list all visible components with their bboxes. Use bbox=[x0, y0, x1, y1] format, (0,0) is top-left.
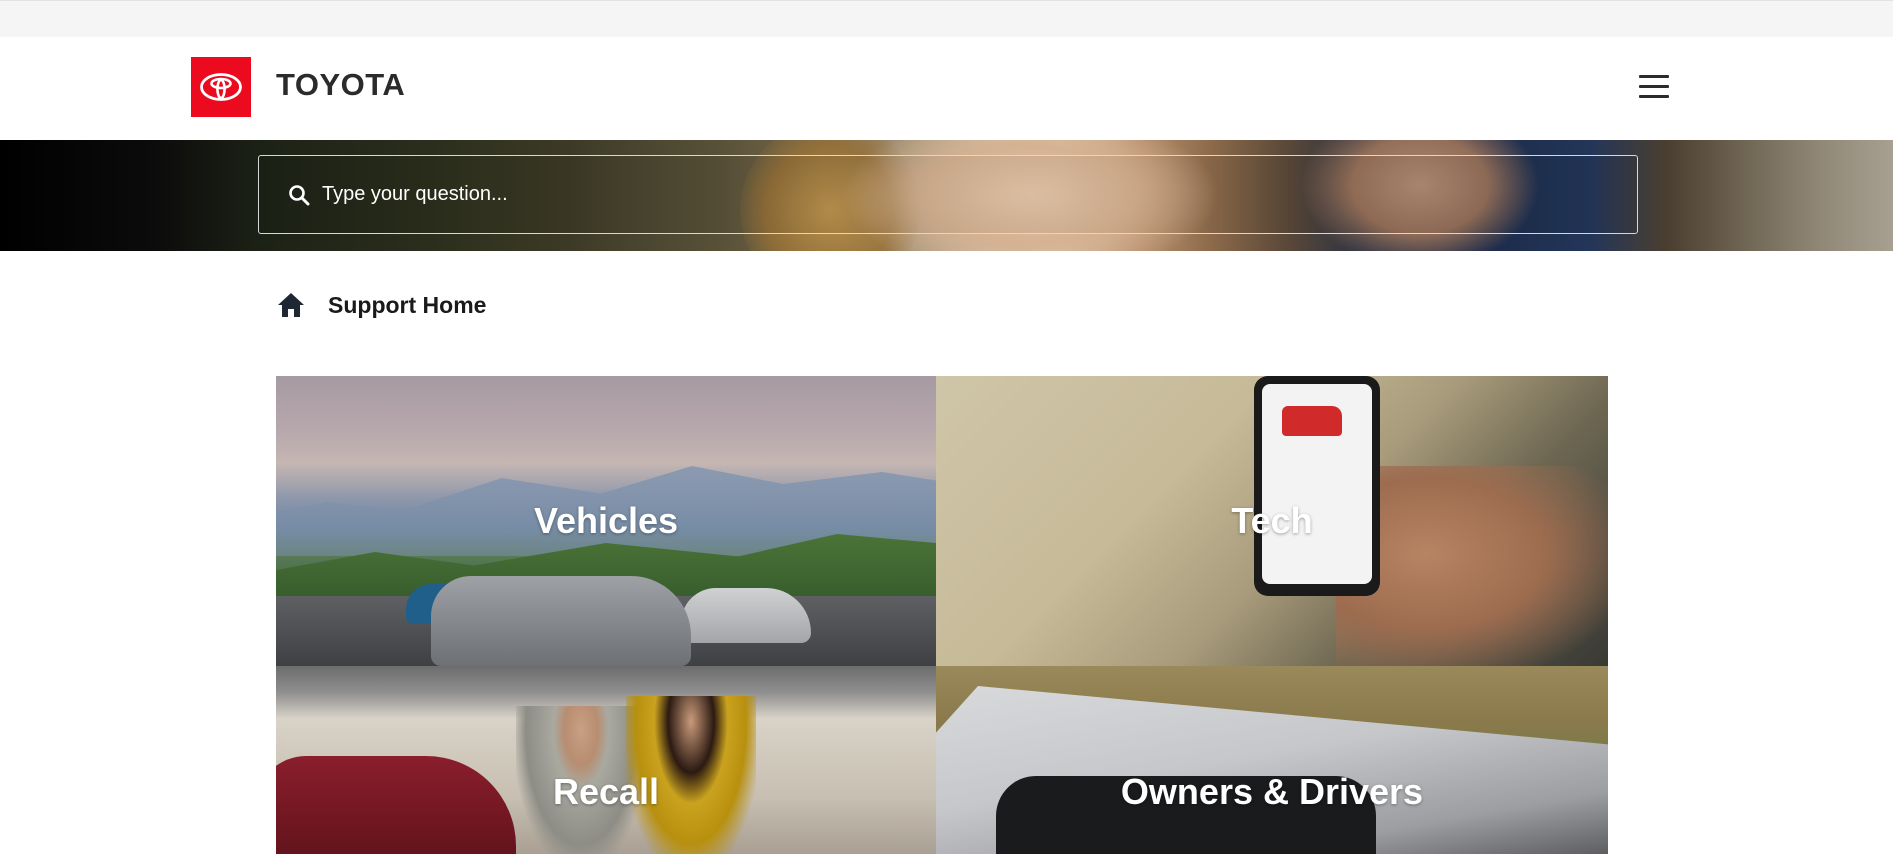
search-input[interactable] bbox=[320, 182, 1524, 207]
toyota-logo[interactable] bbox=[191, 57, 251, 117]
tile-vehicles[interactable]: Vehicles bbox=[276, 376, 936, 666]
search-box bbox=[258, 155, 1638, 234]
top-strip bbox=[0, 0, 1893, 37]
home-icon[interactable] bbox=[276, 290, 306, 320]
breadcrumb: Support Home bbox=[276, 287, 486, 323]
tile-recall-label: Recall bbox=[552, 771, 660, 812]
tile-vehicles-label: Vehicles bbox=[533, 500, 679, 541]
tile-owners-drivers[interactable]: Owners & Drivers bbox=[936, 666, 1608, 854]
site-header: TOYOTA bbox=[0, 37, 1893, 140]
tile-owners-drivers-label: Owners & Drivers bbox=[1120, 771, 1424, 812]
tile-tech[interactable]: Tech bbox=[936, 376, 1608, 666]
breadcrumb-label[interactable]: Support Home bbox=[328, 292, 486, 319]
search-icon bbox=[288, 184, 310, 206]
toyota-emblem-icon bbox=[200, 73, 242, 101]
hamburger-menu-icon[interactable] bbox=[1636, 75, 1672, 101]
tile-recall[interactable]: Recall bbox=[276, 666, 936, 854]
tile-tech-label: Tech bbox=[1231, 500, 1313, 541]
brand-name[interactable]: TOYOTA bbox=[276, 67, 405, 103]
